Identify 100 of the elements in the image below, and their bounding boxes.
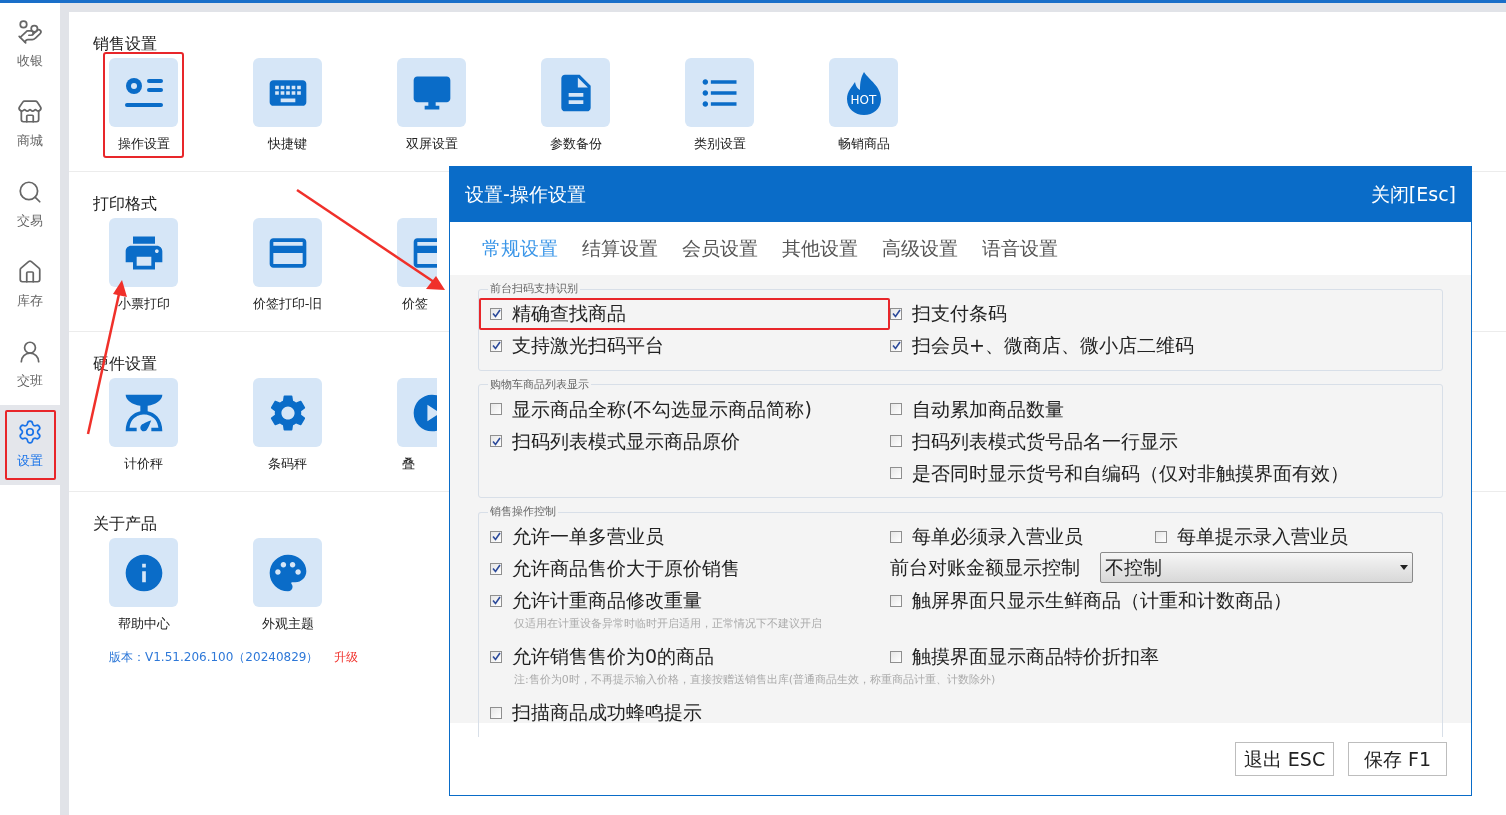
tile-label: 快捷键 xyxy=(268,135,307,153)
option-label: 触摸界面显示商品特价折扣率 xyxy=(912,644,1159,670)
sidebar-label: 设置 xyxy=(17,452,43,471)
store-icon xyxy=(17,99,43,126)
section-title: 打印格式 xyxy=(93,194,157,214)
tile-label: 叠 xyxy=(401,455,415,473)
sidebar-label: 库存 xyxy=(17,292,43,311)
tab[interactable]: 其他设置 xyxy=(782,234,858,263)
upgrade-link[interactable]: 升级 xyxy=(334,648,359,666)
option-label: 每单必须录入营业员 xyxy=(912,524,1083,550)
checkbox[interactable] xyxy=(490,339,502,352)
tile-label: 外观主题 xyxy=(261,615,314,633)
tile-button[interactable] xyxy=(685,58,754,127)
option-label: 每单提示录入营业员 xyxy=(1177,524,1348,550)
clipped-tile[interactable] xyxy=(397,218,437,287)
group-legend: 销售操作控制 xyxy=(488,504,558,521)
checkbox[interactable] xyxy=(490,530,502,543)
sidebar-item[interactable]: 收银 xyxy=(0,5,60,85)
dropdown[interactable]: 不控制 xyxy=(1100,552,1413,583)
sidebar-label: 商城 xyxy=(17,132,43,151)
tile-label: 类别设置 xyxy=(693,135,746,153)
option-label: 是否同时显示货号和自编码（仅对非触摸界面有效） xyxy=(912,460,1349,486)
tile-button[interactable] xyxy=(253,218,322,287)
dialog-button[interactable]: 保存 F1 xyxy=(1348,742,1447,776)
tile-label: 参数备份 xyxy=(549,135,602,153)
option-label: 允许计重商品修改重量 xyxy=(512,588,702,614)
dialog-title: 设置-操作设置 xyxy=(465,182,586,208)
dialog-button[interactable]: 退出 ESC xyxy=(1235,742,1334,776)
tile-button[interactable] xyxy=(109,218,178,287)
checkbox[interactable] xyxy=(490,435,502,447)
option-label: 扫描商品成功蜂鸣提示 xyxy=(512,700,702,726)
option-label: 精确查找商品 xyxy=(512,301,626,327)
checkbox[interactable] xyxy=(890,594,902,607)
option-label: 允许一单多营业员 xyxy=(512,524,664,550)
checkbox[interactable] xyxy=(490,307,502,320)
settings-icon xyxy=(17,419,43,446)
option-label: 扫码列表模式显示商品原价 xyxy=(512,428,740,454)
checkbox[interactable] xyxy=(890,403,902,415)
option-label: 显示商品全称(不勾选显示商品简称) xyxy=(512,396,812,422)
tab[interactable]: 高级设置 xyxy=(882,234,958,263)
checkbox[interactable] xyxy=(490,562,502,575)
sidebar-label: 交班 xyxy=(17,372,43,391)
tab[interactable]: 结算设置 xyxy=(582,234,658,263)
checkbox[interactable] xyxy=(490,706,502,719)
tile-button[interactable] xyxy=(109,378,178,447)
option-label: 允许销售售价为0的商品 xyxy=(512,644,715,670)
tab[interactable]: 常规设置 xyxy=(482,234,558,263)
option-label: 扫会员+、微商店、微小店二维码 xyxy=(912,333,1194,359)
option-label: 自动累加商品数量 xyxy=(912,396,1064,422)
tile-button[interactable] xyxy=(397,58,466,127)
sidebar-item[interactable]: 库存 xyxy=(0,245,60,325)
section-title: 销售设置 xyxy=(93,34,157,54)
sidebar-item[interactable]: 交易 xyxy=(0,165,60,245)
checkbox[interactable] xyxy=(890,467,902,479)
house-icon xyxy=(17,259,43,286)
tab[interactable]: 会员设置 xyxy=(682,234,758,263)
group-legend: 购物车商品列表显示 xyxy=(488,376,591,393)
section-title: 关于产品 xyxy=(93,514,157,534)
tile-button[interactable] xyxy=(253,538,322,607)
hot-label: HOT xyxy=(849,93,878,106)
clipped-tile[interactable] xyxy=(397,378,437,447)
checkbox[interactable] xyxy=(1155,530,1167,543)
version-text: 版本：V1.51.206.100（20240829） xyxy=(109,649,319,666)
sidebar-item[interactable]: 商城 xyxy=(0,85,60,165)
caret-icon xyxy=(1400,565,1408,570)
tile-button[interactable] xyxy=(109,58,178,127)
tile-label: 小票打印 xyxy=(117,295,170,313)
search-icon xyxy=(17,179,43,206)
checkbox[interactable] xyxy=(890,435,902,447)
tile-label: 帮助中心 xyxy=(117,615,170,633)
checkbox[interactable] xyxy=(890,650,902,663)
option-label: 扫支付条码 xyxy=(912,301,1007,327)
checkbox[interactable] xyxy=(890,339,902,352)
checkbox[interactable] xyxy=(490,650,502,663)
checkbox[interactable] xyxy=(890,307,902,320)
tile-label: 价签打印-旧 xyxy=(252,295,323,313)
checkbox[interactable] xyxy=(490,594,502,607)
tab[interactable]: 语音设置 xyxy=(982,234,1058,263)
tile-label: 畅销商品 xyxy=(837,135,890,153)
group-legend: 前台扫码支持识别 xyxy=(488,281,580,298)
tile-button[interactable] xyxy=(253,58,322,127)
close-button[interactable]: 关闭[Esc] xyxy=(1370,180,1456,209)
select-label: 前台对账金额显示控制 xyxy=(890,555,1081,581)
tile-button[interactable] xyxy=(541,58,610,127)
checkbox[interactable] xyxy=(890,530,902,543)
tile-label: 条码秤 xyxy=(268,455,307,473)
coin-hand-icon xyxy=(17,19,43,46)
tile-label: 双屏设置 xyxy=(405,135,458,153)
tile-button[interactable] xyxy=(253,378,322,447)
hint-text: 注:售价为0时，不再提示输入价格，直接按赠送销售出库(普通商品生效，称重商品计重、计数除外) xyxy=(514,672,996,688)
option-label: 支持激光扫码平台 xyxy=(512,333,664,359)
option-label: 触屏界面只显示生鲜商品（计重和计数商品） xyxy=(912,588,1292,614)
tile-button[interactable]: HOT xyxy=(829,58,898,127)
tile-label: 价签 xyxy=(401,295,428,313)
option-label: 允许商品售价大于原价销售 xyxy=(512,556,740,582)
tile-button[interactable] xyxy=(109,538,178,607)
sidebar-item[interactable]: 设置 xyxy=(0,405,60,485)
sidebar-item[interactable]: 交班 xyxy=(0,325,60,405)
checkbox[interactable] xyxy=(490,403,502,415)
sidebar-label: 收银 xyxy=(17,52,43,71)
